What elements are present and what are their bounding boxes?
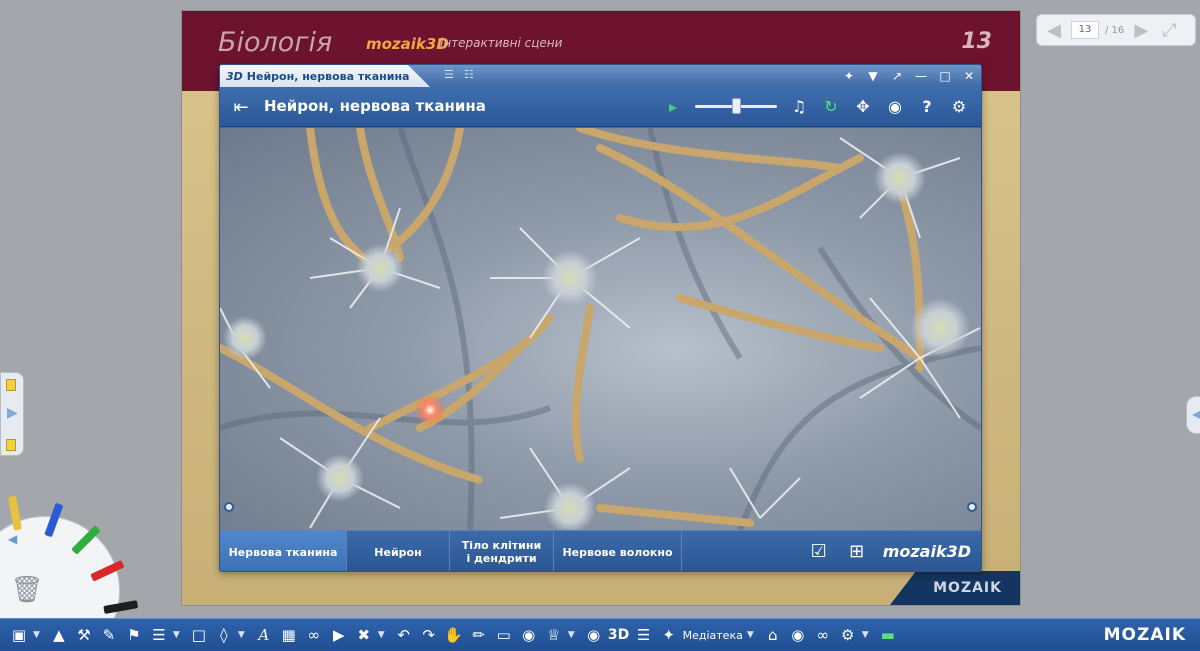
scene-tools: ▸ ♫ ↻ ✥ ◉ ? ⚙ bbox=[663, 95, 969, 117]
book-brand: mozaik3D bbox=[366, 35, 449, 53]
minimize-icon[interactable]: — bbox=[913, 67, 929, 84]
settings-gear-icon[interactable]: ⚙ bbox=[837, 623, 859, 647]
window-status-icons: ☰ ☷ bbox=[444, 68, 474, 81]
documents-icon[interactable] bbox=[6, 439, 16, 451]
external-window-icon[interactable]: ↗ bbox=[889, 67, 905, 84]
quiz-check-icon[interactable]: ☑ bbox=[807, 538, 831, 564]
notes-edit-icon[interactable]: ✎ bbox=[98, 623, 120, 647]
delete-icon[interactable]: ✖ bbox=[353, 623, 375, 647]
chevron-down-icon[interactable]: ▼ bbox=[238, 630, 245, 640]
tools-icon[interactable]: ⚒ bbox=[73, 623, 95, 647]
redo-icon[interactable]: ↷ bbox=[418, 623, 440, 647]
book-title: Біологія bbox=[218, 27, 333, 58]
tab-cell-body-dendrites[interactable]: Тіло клітини і дендрити bbox=[450, 531, 554, 571]
attach-icon[interactable]: ∞ bbox=[812, 623, 834, 647]
window-tab-3d-badge: 3D bbox=[226, 69, 243, 83]
expand-right-icon[interactable]: ◀ bbox=[1192, 407, 1200, 421]
maximize-icon[interactable]: □ bbox=[937, 67, 953, 84]
next-page-icon[interactable]: ▶ bbox=[1130, 19, 1152, 41]
trash-icon[interactable]: 🗑 bbox=[10, 572, 44, 608]
scene-tab-tools: ☑ ⊞ mozaik3D bbox=[807, 538, 971, 564]
pin-icon[interactable]: ✦ bbox=[841, 67, 857, 84]
scene-corner-handle-right[interactable] bbox=[967, 502, 977, 512]
shapes-icon[interactable]: ◊ bbox=[213, 623, 235, 647]
chevron-down-icon[interactable]: ▼ bbox=[747, 630, 754, 640]
tab-neuron[interactable]: Нейрон bbox=[347, 531, 450, 571]
neuron-3d-scene[interactable] bbox=[220, 128, 981, 530]
wifi-icon: ☰ bbox=[444, 68, 454, 81]
book-page-number: 13 bbox=[961, 29, 992, 54]
scene-header: ⇤ Нейрон, нервова тканина ▸ ♫ ↻ ✥ ◉ ? ⚙ bbox=[220, 87, 981, 127]
fill-icon[interactable]: ◉ bbox=[518, 623, 540, 647]
chevron-down-icon[interactable]: ▼ bbox=[378, 630, 385, 640]
home-settings-icon[interactable]: ⌂ bbox=[762, 623, 784, 647]
window-controls: ✦ ▼ ↗ — □ ✕ bbox=[841, 67, 977, 84]
right-panel-handle[interactable]: ◀ bbox=[1186, 396, 1200, 434]
music-icon[interactable]: ♫ bbox=[789, 95, 809, 117]
media-library-label[interactable]: Медіатека bbox=[683, 629, 743, 642]
video-icon[interactable]: ▶ bbox=[328, 623, 350, 647]
camera-icon[interactable]: ◉ bbox=[787, 623, 809, 647]
expand-icon[interactable]: ⤢ bbox=[1158, 19, 1180, 41]
page-navigator: ◀ 13 / 16 ▶ ⤢ bbox=[1036, 14, 1196, 46]
tab-nerve-fiber[interactable]: Нервове волокно bbox=[554, 531, 682, 571]
eraser-icon[interactable]: ▭ bbox=[493, 623, 515, 647]
tab-nervous-tissue[interactable]: Нервова тканина bbox=[220, 531, 347, 571]
window-brand: mozaik3D bbox=[882, 541, 971, 561]
chevron-down-icon[interactable]: ▼ bbox=[33, 630, 40, 640]
book-footer-logo-text: MOZAIK bbox=[933, 580, 1002, 596]
page-number-input[interactable]: 13 bbox=[1071, 21, 1099, 39]
mozaik-brand: MOZAIK bbox=[1103, 625, 1186, 645]
display-icon[interactable]: ▬ bbox=[877, 623, 899, 647]
window-titlebar[interactable]: 3D Нейрон, нервова тканина ☰ ☷ ✦ ▼ ↗ — □… bbox=[220, 65, 981, 87]
close-icon[interactable]: ✕ bbox=[961, 67, 977, 84]
bottom-toolbar: ▣ ▼ ▲ ⚒ ✎ ⚑ ☰ ▼ □ ◊ ▼ A ▦ ∞ ▶ ✖ ▼ ↶ ↷ ✋ … bbox=[0, 618, 1200, 651]
crown-icon[interactable]: ♕ bbox=[543, 623, 565, 647]
expand-left-icon[interactable]: ▶ bbox=[7, 405, 18, 421]
notes-icon[interactable] bbox=[6, 379, 16, 391]
record-icon[interactable]: ◉ bbox=[583, 623, 605, 647]
chevron-down-icon[interactable]: ▼ bbox=[862, 630, 869, 640]
hand-icon[interactable]: ✋ bbox=[443, 623, 465, 647]
volume-slider[interactable] bbox=[695, 95, 777, 117]
dropdown-icon[interactable]: ▼ bbox=[865, 67, 881, 84]
3d-button[interactable]: 3D bbox=[608, 623, 630, 647]
window-tab[interactable]: 3D Нейрон, нервова тканина bbox=[220, 65, 430, 87]
settings-gear-icon[interactable]: ⚙ bbox=[949, 95, 969, 117]
camera-icon[interactable]: ◉ bbox=[885, 95, 905, 117]
keyboard-icon: ☷ bbox=[463, 68, 474, 81]
link-icon[interactable]: ∞ bbox=[303, 623, 325, 647]
marker-icon[interactable]: ✏ bbox=[468, 623, 490, 647]
undo-icon[interactable]: ↶ bbox=[393, 623, 415, 647]
table-icon[interactable]: ▦ bbox=[278, 623, 300, 647]
help-icon[interactable]: ? bbox=[917, 95, 937, 117]
dictionary-icon[interactable]: ☰ bbox=[633, 623, 655, 647]
speaker-icon[interactable]: ▸ bbox=[663, 95, 683, 117]
new-page-icon[interactable]: □ bbox=[188, 623, 210, 647]
scene-window: 3D Нейрон, нервова тканина ☰ ☷ ✦ ▼ ↗ — □… bbox=[219, 64, 982, 572]
move-icon[interactable]: ✥ bbox=[853, 95, 873, 117]
add-page-icon[interactable]: ⊞ bbox=[845, 538, 869, 564]
hammer-icon[interactable]: ⚑ bbox=[123, 623, 145, 647]
magic-wand-icon[interactable]: ✦ bbox=[658, 623, 680, 647]
dial-collapse-icon[interactable]: ◀ bbox=[8, 532, 17, 546]
graduation-cap-icon[interactable]: ▲ bbox=[48, 623, 70, 647]
chevron-down-icon[interactable]: ▼ bbox=[568, 630, 575, 640]
text-icon[interactable]: A bbox=[253, 623, 275, 647]
volume-thumb[interactable] bbox=[731, 98, 741, 114]
window-tab-title: Нейрон, нервова тканина bbox=[246, 69, 410, 83]
exit-icon[interactable]: ⇤ bbox=[230, 96, 252, 118]
presentation-icon[interactable]: ▣ bbox=[8, 623, 30, 647]
layers-icon[interactable]: ☰ bbox=[148, 623, 170, 647]
reset-icon[interactable]: ↻ bbox=[821, 95, 841, 117]
scene-tabs-bar: Нервова тканина Нейрон Тіло клітини і де… bbox=[220, 530, 981, 571]
chevron-down-icon[interactable]: ▼ bbox=[173, 630, 180, 640]
book-subtitle: інтерактивні сцени bbox=[440, 36, 563, 50]
neuron-illustration bbox=[220, 128, 981, 530]
left-panel-handle[interactable]: ▶ bbox=[0, 372, 24, 456]
scene-title: Нейрон, нервова тканина bbox=[264, 97, 486, 115]
prev-page-icon[interactable]: ◀ bbox=[1043, 19, 1065, 41]
scene-corner-handle-left[interactable] bbox=[224, 502, 234, 512]
page-total: / 16 bbox=[1105, 24, 1125, 36]
